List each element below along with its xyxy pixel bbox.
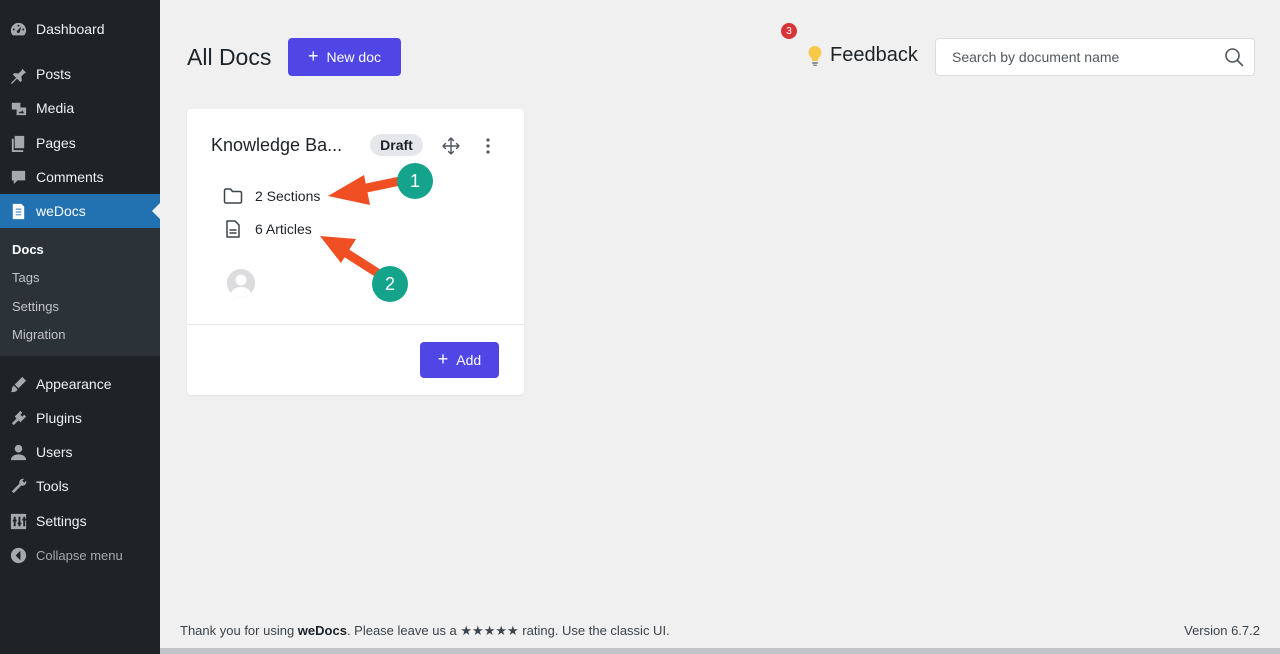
submenu-docs[interactable]: Docs [12, 242, 44, 257]
version-text: Version 6.7.2 [1184, 623, 1260, 638]
footer-suffix: . Please leave us a ★★★★★ rating. Use th… [346, 623, 670, 638]
menu-pages[interactable]: Pages [0, 126, 160, 160]
menu-label: Posts [36, 66, 72, 82]
menu-label: Plugins [36, 410, 82, 426]
plus-icon: + [437, 349, 449, 369]
sections-count: 2 Sections [223, 187, 320, 205]
document-icon [0, 202, 36, 221]
card-divider [187, 324, 524, 325]
pages-icon [0, 134, 36, 153]
page-title: All Docs [187, 44, 272, 70]
sections-label: 2 Sections [255, 188, 321, 204]
search-box [935, 38, 1255, 76]
menu-media[interactable]: Media [0, 91, 160, 125]
footer-text: Thank you for using weDocs. Please leave… [180, 623, 670, 639]
dashboard-icon [0, 20, 36, 39]
collapse-menu[interactable]: Collapse menu [0, 538, 160, 572]
sliders-icon [0, 512, 36, 531]
media-icon [0, 99, 36, 118]
add-label: Add [456, 352, 482, 368]
status-badge: Draft [370, 134, 423, 156]
doc-card: Knowledge Ba... Draft 2 Sections 6 Artic… [187, 109, 524, 395]
menu-label: Dashboard [36, 21, 105, 37]
search-input[interactable] [936, 39, 1214, 75]
submenu-settings[interactable]: Settings [12, 299, 59, 314]
new-doc-label: New doc [326, 49, 381, 65]
search-icon[interactable] [1214, 47, 1254, 67]
menu-label: Users [36, 444, 73, 460]
feedback-count-badge: 3 [781, 23, 797, 39]
menu-wedocs[interactable]: weDocs [0, 194, 160, 228]
feedback-button[interactable]: Feedback [806, 44, 918, 67]
annotation-marker-1: 1 [397, 163, 433, 199]
file-icon [226, 220, 240, 238]
plugin-icon [0, 409, 36, 428]
new-doc-button[interactable]: + New doc [288, 38, 401, 76]
pin-icon [0, 65, 36, 84]
menu-label: Settings [36, 513, 87, 529]
menu-label: Pages [36, 135, 76, 151]
articles-label: 6 Articles [255, 221, 312, 237]
menu-comments[interactable]: Comments [0, 160, 160, 194]
add-button[interactable]: + Add [420, 342, 499, 378]
more-options-icon[interactable] [485, 137, 491, 160]
annotation-marker-2: 2 [372, 266, 408, 302]
move-handle-icon[interactable] [442, 137, 460, 160]
submenu-migration[interactable]: Migration [12, 327, 65, 342]
doc-title[interactable]: Knowledge Ba... [211, 135, 342, 156]
menu-users[interactable]: Users [0, 435, 160, 469]
menu-appearance[interactable]: Appearance [0, 367, 160, 401]
menu-label: weDocs [36, 203, 86, 219]
folder-icon [223, 188, 243, 204]
admin-sidebar: Dashboard Posts Media Pages Comments weD… [0, 0, 160, 654]
avatar [227, 269, 255, 297]
comment-icon [0, 168, 36, 187]
submenu-tags[interactable]: Tags [12, 270, 39, 285]
plus-icon: + [308, 46, 319, 66]
articles-count: 6 Articles [223, 219, 312, 239]
menu-tools[interactable]: Tools [0, 469, 160, 503]
user-icon [0, 443, 36, 462]
wedocs-submenu: Docs Tags Settings Migration [0, 228, 160, 356]
feedback-label: Feedback [830, 44, 918, 66]
footer-prefix: Thank you for using [180, 623, 298, 638]
menu-plugins[interactable]: Plugins [0, 401, 160, 435]
menu-label: Appearance [36, 376, 112, 392]
footer-brand: weDocs [297, 623, 347, 638]
brush-icon [0, 375, 36, 394]
menu-posts[interactable]: Posts [0, 57, 160, 91]
menu-label: Collapse menu [36, 547, 123, 563]
bottom-scrollbar [160, 648, 1280, 654]
menu-label: Tools [36, 478, 69, 494]
menu-label: Media [36, 100, 75, 116]
menu-settings[interactable]: Settings [0, 504, 160, 538]
wrench-icon [0, 477, 36, 496]
menu-dashboard[interactable]: Dashboard [0, 12, 160, 46]
collapse-icon [0, 546, 36, 565]
lightbulb-icon [808, 45, 822, 66]
menu-label: Comments [36, 169, 104, 185]
